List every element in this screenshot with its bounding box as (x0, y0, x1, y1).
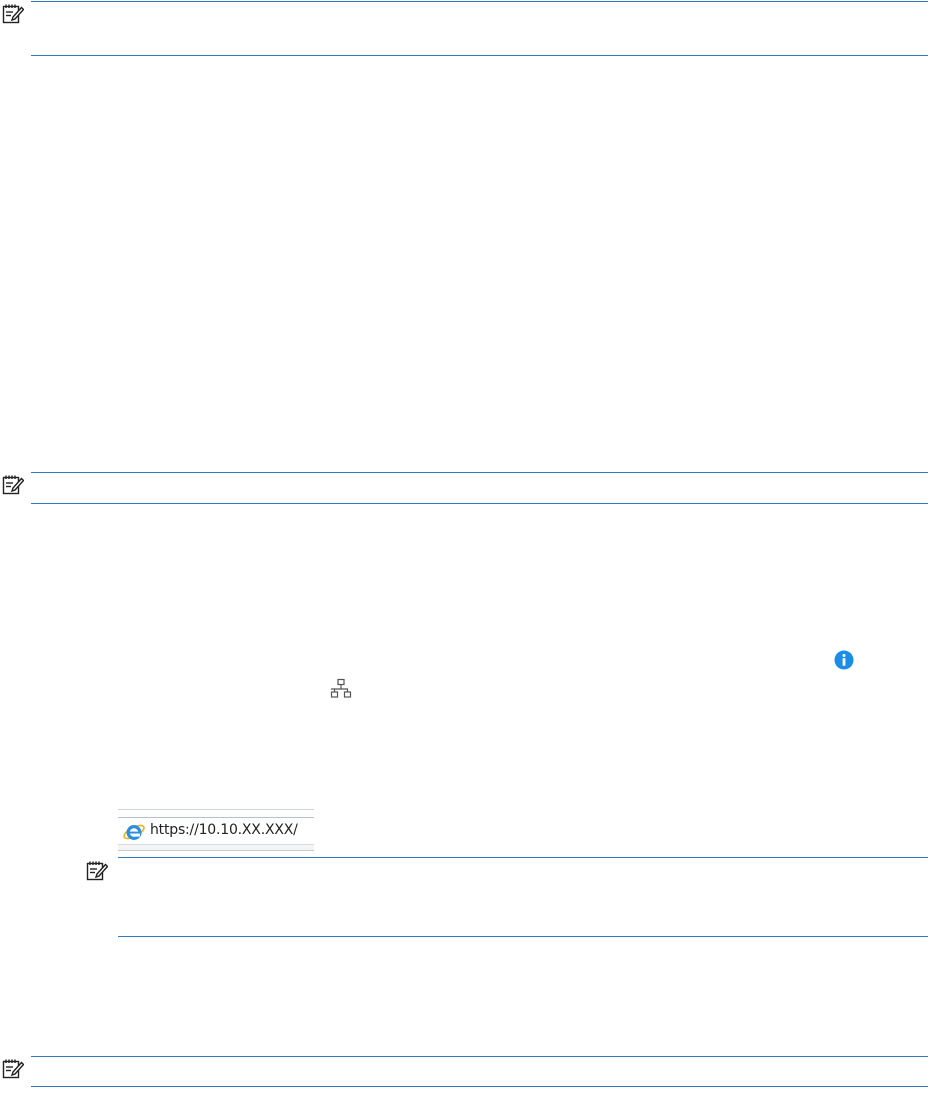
note-bottom-rule-4 (31, 1086, 928, 1087)
address-field[interactable]: https://10.10.XX.XXX/ (118, 817, 314, 845)
internet-explorer-icon (122, 821, 146, 843)
note-top-rule-2 (31, 472, 928, 473)
note-top-rule-1 (31, 1, 928, 2)
note-top-rule-4 (31, 1056, 928, 1057)
network-icon (330, 678, 352, 700)
note-icon (2, 474, 24, 496)
note-icon (2, 3, 24, 25)
note-bottom-rule-2 (31, 503, 928, 504)
browser-address-bar: https://10.10.XX.XXX/ (118, 809, 314, 851)
info-icon (834, 650, 854, 670)
note-top-rule-3 (118, 857, 928, 858)
note-icon (86, 860, 108, 882)
note-bottom-rule-1 (31, 55, 928, 56)
note-bottom-rule-3 (118, 936, 928, 937)
url-text[interactable]: https://10.10.XX.XXX/ (150, 822, 298, 838)
note-icon (2, 1058, 24, 1080)
